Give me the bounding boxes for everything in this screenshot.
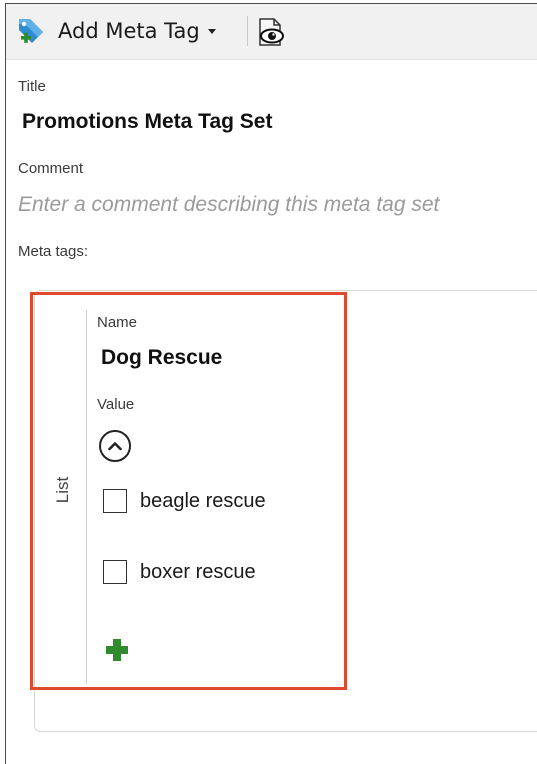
tag-add-icon — [19, 19, 43, 43]
add-meta-tag-button[interactable]: Add Meta Tag — [16, 14, 216, 48]
title-label: Title — [18, 78, 46, 95]
toolbar-separator — [247, 16, 248, 46]
comment-input[interactable] — [18, 190, 518, 220]
meta-tags-label: Meta tags: — [18, 243, 89, 260]
preview-document-icon[interactable] — [254, 17, 288, 47]
caret-down-icon[interactable] — [207, 28, 216, 34]
comment-label: Comment — [18, 160, 84, 177]
meta-tag-highlight-box — [30, 292, 347, 690]
title-value[interactable]: Promotions Meta Tag Set — [22, 110, 272, 134]
add-meta-tag-label: Add Meta Tag — [58, 19, 200, 43]
toolbar: Add Meta Tag — [6, 4, 537, 60]
